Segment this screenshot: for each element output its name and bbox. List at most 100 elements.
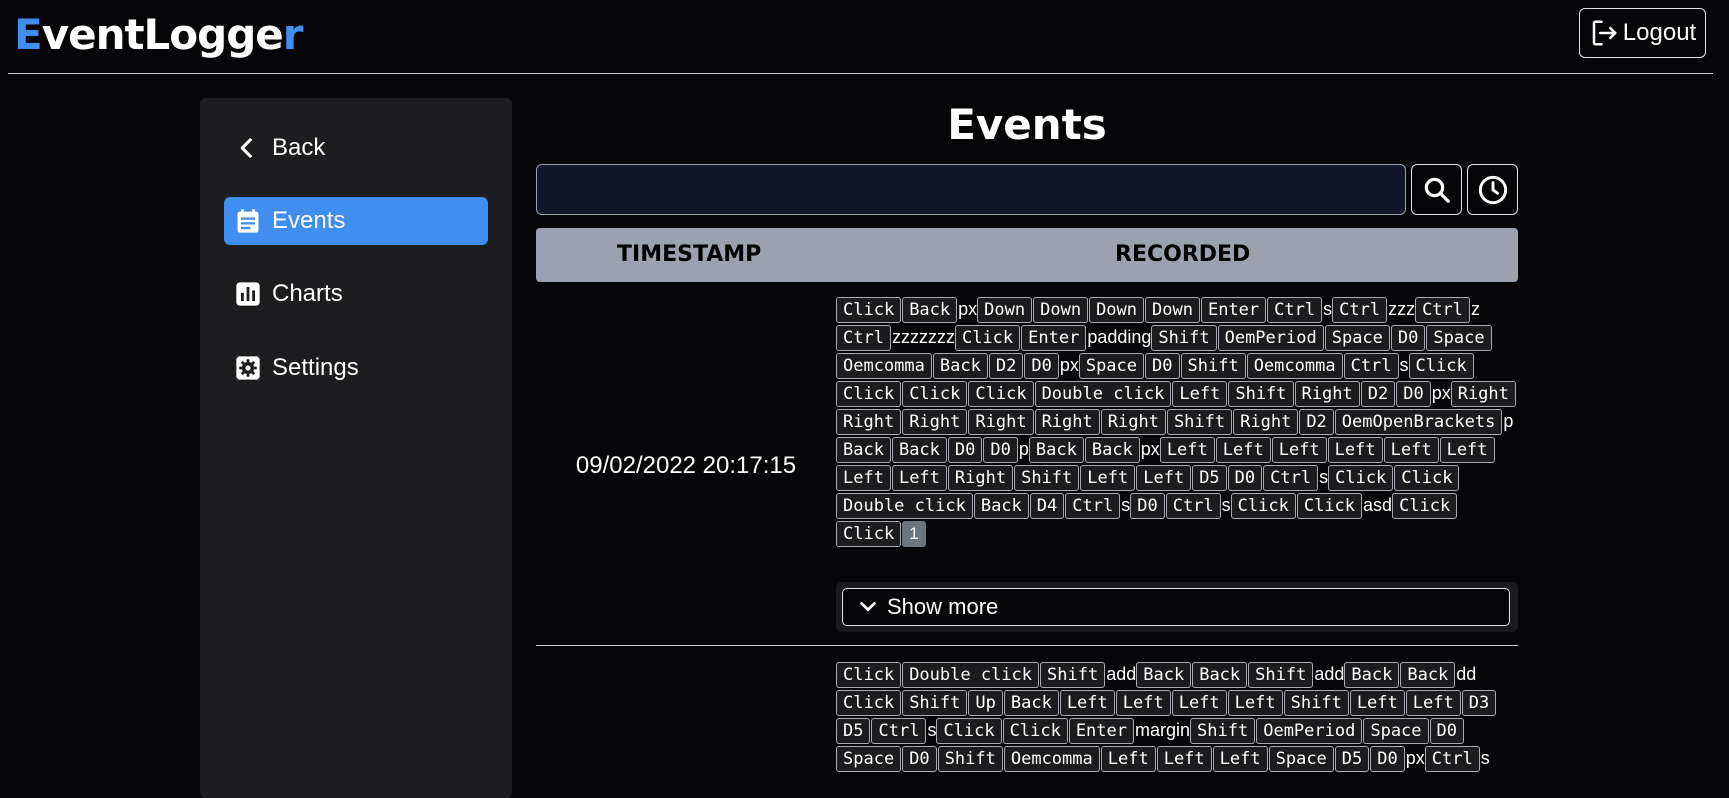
sidebar-item-label: Back xyxy=(272,134,326,161)
key-event-tag: Space xyxy=(1078,353,1145,379)
typed-text: zzzzzzz xyxy=(891,327,955,347)
key-event-tag: Click xyxy=(1394,465,1460,491)
logout-label: Logout xyxy=(1622,19,1697,46)
key-event-tag: Right xyxy=(1450,381,1516,407)
key-event-tag: Back xyxy=(1192,662,1248,688)
header-divider xyxy=(8,73,1713,74)
key-event-tag: Shift xyxy=(902,690,968,716)
key-event-tag: Ctrl xyxy=(871,718,927,744)
typed-text: px xyxy=(958,299,978,319)
key-event-tag: Space xyxy=(1363,718,1429,744)
typed-text: p xyxy=(1018,439,1029,459)
key-event-tag: Left xyxy=(1136,465,1192,491)
clock-icon xyxy=(1478,175,1507,204)
key-event-tag: Down xyxy=(1089,297,1145,323)
typed-text: s xyxy=(1121,495,1131,515)
search-button[interactable] xyxy=(1411,164,1462,215)
key-event-tag: Back xyxy=(1084,437,1140,463)
key-event-tag: D5 xyxy=(1334,746,1370,772)
key-event-tag: Double click xyxy=(902,662,1040,688)
column-header-recorded[interactable]: RECORDED xyxy=(1115,242,1250,267)
key-event-tag: Space xyxy=(1268,746,1334,772)
key-event-tag: Left xyxy=(1349,690,1405,716)
sidebar-item-back[interactable]: Back xyxy=(224,124,488,172)
history-button[interactable] xyxy=(1467,164,1518,215)
key-event-tag: D0 xyxy=(947,437,983,463)
key-event-tag: Shift xyxy=(1283,690,1349,716)
count-badge: 1 xyxy=(902,521,926,547)
typed-text: z xyxy=(1471,299,1481,319)
key-event-tag: Enter xyxy=(1200,297,1267,323)
key-event-tag: Click xyxy=(836,690,902,716)
typed-text: p xyxy=(1503,411,1514,431)
key-event-tag: D2 xyxy=(1299,409,1334,435)
key-event-tag: Back xyxy=(932,353,988,379)
logout-icon xyxy=(1592,20,1617,46)
app-logo[interactable]: EventLogger xyxy=(14,10,303,59)
sidebar-item-charts[interactable]: Charts xyxy=(224,270,488,318)
typed-text: s xyxy=(1323,299,1333,319)
key-event-tag: Left xyxy=(1271,437,1327,463)
key-event-tag: Left xyxy=(1215,437,1271,463)
key-event-tag: Space xyxy=(1426,325,1492,351)
show-more-label: Show more xyxy=(887,594,999,619)
key-event-tag: Left xyxy=(1115,690,1171,716)
key-event-tag: Click xyxy=(1296,493,1363,519)
key-event-tag: Left xyxy=(1156,746,1212,772)
key-event-tag: D0 xyxy=(1145,353,1180,379)
key-event-tag: Space xyxy=(1324,325,1390,351)
sidebar-item-events[interactable]: Events xyxy=(224,197,488,245)
key-event-tag: Ctrl xyxy=(1267,297,1323,323)
key-event-tag: D0 xyxy=(1227,465,1263,491)
key-event-tag: Click xyxy=(936,718,1002,744)
key-event-tag: D5 xyxy=(1192,465,1227,491)
key-event-tag: Shift xyxy=(1190,718,1256,744)
key-event-tag: Back xyxy=(836,437,891,463)
key-event-tag: Oemcomma xyxy=(836,353,932,379)
key-event-tag: D0 xyxy=(1130,493,1165,519)
key-event-tag: Left xyxy=(1159,437,1215,463)
top-bar: EventLogger Logout xyxy=(0,0,1729,74)
calendar-icon xyxy=(237,209,259,233)
sidebar-item-settings[interactable]: Settings xyxy=(224,344,488,392)
typed-text: add xyxy=(1106,664,1137,684)
key-event-tag: Down xyxy=(1033,297,1089,323)
key-event-tag: Back xyxy=(973,493,1029,519)
key-event-tag: Back xyxy=(1136,662,1192,688)
key-event-tag: Ctrl xyxy=(1343,353,1399,379)
logo-text: ventLogge xyxy=(41,10,284,59)
key-event-tag: Ctrl xyxy=(1165,493,1221,519)
key-event-tag: Left xyxy=(1405,690,1461,716)
search-icon xyxy=(1424,177,1450,203)
typed-text: s xyxy=(927,720,937,740)
search-input[interactable] xyxy=(536,164,1406,215)
recorded-events: Click Double click Shift add Back Back Shift ad… xyxy=(836,661,1518,773)
key-event-tag: D0 xyxy=(902,746,937,772)
key-event-tag: Back xyxy=(1028,437,1084,463)
key-event-tag: Click xyxy=(968,381,1034,407)
logout-button[interactable]: Logout xyxy=(1579,8,1706,58)
table-header: TIMESTAMP RECORDED xyxy=(536,228,1518,282)
show-more-button[interactable]: Show more xyxy=(842,588,1510,626)
key-event-tag: Shift xyxy=(1180,353,1246,379)
key-event-tag: D0 xyxy=(1024,353,1059,379)
key-event-tag: D2 xyxy=(1360,381,1396,407)
key-event-tag: D0 xyxy=(1429,718,1465,744)
key-event-tag: Click xyxy=(1230,493,1296,519)
key-event-tag: D2 xyxy=(988,353,1024,379)
key-event-tag: Back xyxy=(902,297,958,323)
key-event-tag: Left xyxy=(1172,381,1228,407)
typed-text: px xyxy=(1431,383,1451,403)
key-event-tag: Click xyxy=(836,662,902,688)
page-title: Events xyxy=(947,100,1107,149)
column-header-timestamp[interactable]: TIMESTAMP xyxy=(617,242,761,267)
key-event-tag: Ctrl xyxy=(1065,493,1121,519)
key-event-tag: Left xyxy=(1059,690,1115,716)
key-event-tag: Double click xyxy=(836,493,973,519)
key-event-tag: Space xyxy=(836,746,902,772)
key-event-tag: Double click xyxy=(1034,381,1172,407)
key-event-tag: Oemcomma xyxy=(1246,353,1343,379)
chevron-down-icon xyxy=(860,601,876,612)
key-event-tag: Right xyxy=(1034,409,1100,435)
key-event-tag: Ctrl xyxy=(1424,746,1480,772)
